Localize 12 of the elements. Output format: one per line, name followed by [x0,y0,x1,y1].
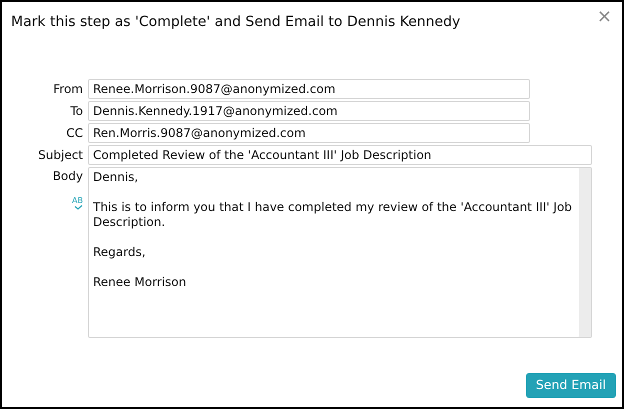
text-field[interactable]: Completed Review of the 'Accountant III' Job Description [88,144,592,164]
field-label: Subject [37,146,84,164]
close-button[interactable]: × [596,8,612,26]
text-field[interactable]: Dennis.Kennedy.1917@anonymized.com [88,100,530,120]
field-label: Body [52,168,83,185]
field-label: From [52,80,84,98]
body-field[interactable]: Dennis, This is to inform you that I have completed my review of the 'Accountant III' Job Description. Regards, Renee Morrison [88,167,592,338]
text-field[interactable]: Renee.Morrison.9087@anonymized.com [88,78,530,98]
field-label: CC [65,124,84,142]
field-label: To [69,102,84,120]
text-field[interactable]: Ren.Morris.9087@anonymized.com [88,122,530,142]
dialog-title: Mark this step as 'Complete' and Send Email to Dennis Kennedy [11,13,460,32]
